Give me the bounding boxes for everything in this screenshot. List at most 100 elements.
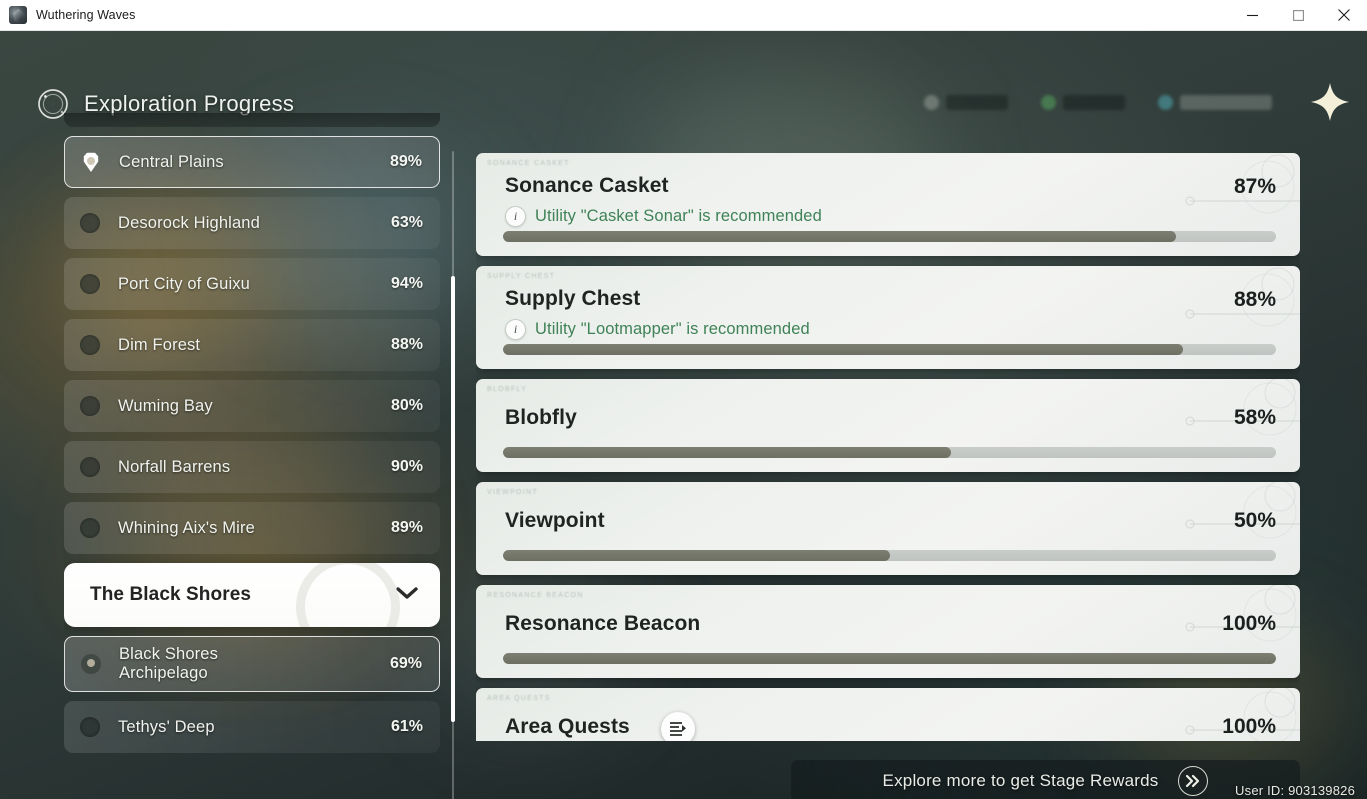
card-watermark: Resonance Beacon	[487, 592, 584, 599]
sidebar-scrollbar-thumb[interactable]	[451, 276, 455, 722]
card-recommendation: i Utility "Lootmapper" is recommended	[505, 319, 810, 340]
currency-icon	[924, 94, 939, 110]
card-watermark: Supply Chest	[487, 273, 556, 280]
header-bar: Exploration Progress	[0, 31, 1367, 121]
dot-icon	[80, 213, 100, 233]
currency-item[interactable]	[914, 92, 1025, 113]
progress-card-resonance-beacon[interactable]: Resonance Beacon Resonance Beacon 100%	[476, 585, 1300, 678]
progress-card-list[interactable]: Sonance Casket Sonance Casket 87% i Util…	[476, 153, 1300, 741]
currency-value-blurred	[1063, 94, 1125, 110]
card-title: Resonance Beacon	[505, 612, 701, 635]
card-recommendation: i Utility "Casket Sonar" is recommended	[505, 206, 822, 227]
card-percent: 88%	[1233, 288, 1276, 311]
sidebar-item-black-shores-archipelago[interactable]: Black Shores Archipelago 69%	[64, 636, 440, 692]
currency-item[interactable]	[1031, 92, 1142, 113]
dot-icon	[80, 518, 100, 538]
region-name: Dim Forest	[118, 335, 201, 354]
sidebar-item-desorock-highland[interactable]: Desorock Highland 63%	[64, 197, 440, 249]
sidebar-item-tethys-deep[interactable]: Tethys' Deep 61%	[64, 701, 440, 753]
sidebar-item-dim-forest[interactable]: Dim Forest 88%	[64, 319, 440, 371]
card-title: Sonance Casket	[505, 174, 669, 197]
game-screen: Exploration Progress Central Plains 89% …	[0, 31, 1367, 799]
card-percent: 100%	[1222, 612, 1276, 635]
recommendation-text: Utility "Lootmapper" is recommended	[535, 320, 810, 338]
four-point-star-icon[interactable]	[1307, 79, 1353, 125]
card-percent: 50%	[1233, 509, 1276, 532]
dot-icon	[80, 717, 100, 737]
window-controls	[1229, 0, 1367, 31]
progress-card-viewpoint[interactable]: Viewpoint Viewpoint 50%	[476, 482, 1300, 575]
card-title: Blobfly	[505, 406, 577, 429]
maximize-icon[interactable]	[1275, 0, 1321, 31]
window-title-bar: Wuthering Waves	[0, 0, 1367, 31]
region-name: Black Shores Archipelago	[119, 644, 219, 682]
region-name: Norfall Barrens	[118, 457, 231, 476]
card-title: Supply Chest	[505, 287, 641, 310]
region-percent: 94%	[390, 275, 423, 292]
dot-icon	[80, 396, 100, 416]
region-name: Port City of Guixu	[118, 274, 250, 293]
card-progress-track	[503, 550, 1276, 561]
card-progress-track	[503, 653, 1276, 664]
card-percent: 100%	[1222, 715, 1276, 738]
user-id-label: User ID: 903139826	[1235, 783, 1355, 798]
progress-card-supply-chest[interactable]: Supply Chest Supply Chest 88% i Utility …	[476, 266, 1300, 369]
minimize-icon[interactable]	[1229, 0, 1275, 31]
region-percent: 90%	[390, 458, 423, 475]
close-icon[interactable]	[1321, 0, 1367, 31]
region-name: Whining Aix's Mire	[118, 518, 255, 537]
sidebar-item-wuming-bay[interactable]: Wuming Bay 80%	[64, 380, 440, 432]
progress-card-blobfly[interactable]: Blobfly Blobfly 58%	[476, 379, 1300, 472]
card-watermark: Area Quests	[487, 695, 551, 702]
sidebar-item-whining-aixs-mire[interactable]: Whining Aix's Mire 89%	[64, 502, 440, 554]
region-name: Wuming Bay	[118, 396, 213, 415]
region-percent: 89%	[390, 519, 423, 536]
card-progress-fill	[503, 447, 952, 458]
card-percent: 58%	[1233, 406, 1276, 429]
sidebar-item-norfall-barrens[interactable]: Norfall Barrens 90%	[64, 441, 440, 493]
card-progress-track	[503, 231, 1276, 242]
card-progress-fill	[503, 550, 890, 561]
window-title: Wuthering Waves	[36, 8, 136, 22]
sidebar-clipped-item	[64, 113, 440, 127]
sidebar-item-port-city-of-guixu[interactable]: Port City of Guixu 94%	[64, 258, 440, 310]
card-percent: 87%	[1233, 175, 1276, 198]
region-percent: 63%	[390, 214, 423, 231]
dot-icon	[81, 654, 101, 674]
card-progress-track	[503, 447, 1276, 458]
card-progress-fill	[503, 653, 1276, 664]
stage-rewards-label: Explore more to get Stage Rewards	[882, 771, 1159, 790]
region-percent: 69%	[389, 655, 422, 672]
card-progress-fill	[503, 231, 1176, 242]
region-percent: 88%	[390, 336, 423, 353]
currency-icon	[1041, 94, 1056, 110]
region-sidebar[interactable]: Central Plains 89% Desorock Highland 63%…	[64, 113, 440, 799]
map-pin-icon	[83, 152, 99, 172]
region-name: Desorock Highland	[118, 213, 260, 232]
dot-icon	[80, 335, 100, 355]
game-logo-icon	[9, 6, 27, 24]
currency-value-blurred	[1180, 94, 1272, 110]
chevron-down-icon[interactable]	[396, 586, 418, 605]
currency-icon	[1158, 94, 1173, 110]
double-chevron-right-icon[interactable]	[1178, 766, 1209, 796]
info-icon[interactable]: i	[505, 319, 526, 340]
card-watermark: Sonance Casket	[487, 160, 570, 167]
progress-card-area-quests[interactable]: Area Quests Area Quests 1	[476, 688, 1300, 741]
sidebar-group-label: The Black Shores	[90, 584, 252, 605]
header-right	[914, 79, 1353, 125]
sidebar-group-the-black-shores[interactable]: The Black Shores	[64, 563, 440, 627]
card-title: Viewpoint	[505, 509, 605, 532]
sidebar-item-central-plains[interactable]: Central Plains 89%	[64, 136, 440, 188]
quest-list-icon[interactable]	[661, 712, 695, 741]
currency-item[interactable]	[1148, 92, 1289, 113]
info-icon[interactable]: i	[505, 206, 526, 227]
region-percent: 61%	[390, 718, 423, 735]
progress-card-sonance-casket[interactable]: Sonance Casket Sonance Casket 87% i Util…	[476, 153, 1300, 256]
dot-icon	[80, 274, 100, 294]
card-title: Area Quests	[505, 715, 630, 738]
recommendation-text: Utility "Casket Sonar" is recommended	[535, 207, 822, 225]
stage-rewards-button[interactable]: Explore more to get Stage Rewards	[791, 760, 1300, 799]
card-watermark: Viewpoint	[487, 489, 538, 496]
card-progress-track	[503, 344, 1276, 355]
